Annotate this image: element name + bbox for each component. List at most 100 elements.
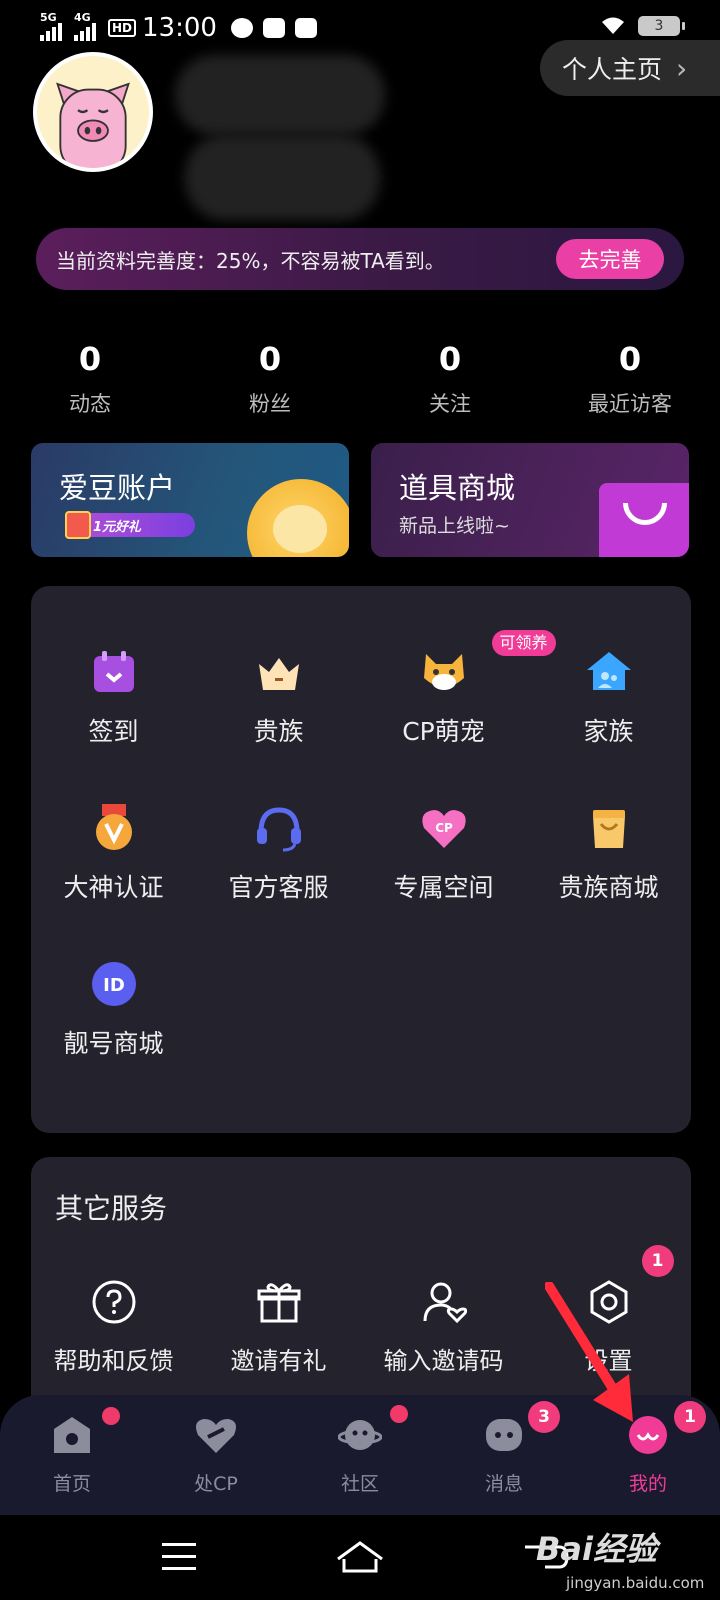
grid-item-customer-service[interactable]: 官方客服 bbox=[196, 804, 361, 904]
card-notification-icon bbox=[294, 18, 317, 38]
watermark-url: jingyan.baidu.com bbox=[566, 1574, 705, 1592]
shop-card-title: 道具商城 bbox=[399, 471, 516, 505]
stat-posts[interactable]: 0 动态 bbox=[0, 340, 180, 418]
me-icon: 1 bbox=[626, 1401, 706, 1455]
grid-item-pretty-id-mall[interactable]: ID 靓号商城 bbox=[31, 960, 196, 1060]
watermark-brand: Bai经验 bbox=[536, 1530, 657, 1568]
grid-item-exclusive-space[interactable]: CP 专属空间 bbox=[361, 804, 526, 904]
grid-item-nobility-mall[interactable]: 贵族商城 bbox=[526, 804, 691, 904]
signal-4g-icon: 4G bbox=[74, 11, 96, 41]
grid-item-label: 官方客服 bbox=[228, 873, 329, 902]
grid-item-label: 家族 bbox=[583, 717, 634, 746]
chevron-right-icon: › bbox=[676, 51, 688, 85]
enter-invite-code-item[interactable]: 输入邀请码 bbox=[361, 1279, 526, 1376]
home-dot bbox=[102, 1407, 120, 1425]
other-item-label: 设置 bbox=[584, 1347, 633, 1375]
tab-cp[interactable]: 处CP bbox=[144, 1415, 288, 1496]
settings-icon: 1 bbox=[586, 1245, 674, 1325]
stat-label: 最近访客 bbox=[588, 392, 672, 416]
family-house-icon bbox=[585, 648, 633, 696]
stat-value: 0 bbox=[438, 340, 462, 378]
cp-heart-icon: CP bbox=[420, 804, 468, 852]
blurred-username bbox=[175, 55, 390, 225]
baidu-watermark: Bai经验 jingyan.baidu.com bbox=[530, 1518, 720, 1600]
tab-community[interactable]: 社区 bbox=[288, 1405, 432, 1496]
id-icon: ID bbox=[90, 960, 138, 1008]
invite-reward-item[interactable]: 邀请有礼 bbox=[196, 1279, 361, 1376]
hd-icon: HD bbox=[108, 19, 137, 37]
youku-notification-icon bbox=[262, 18, 285, 38]
account-card-title: 爱豆账户 bbox=[59, 471, 176, 505]
network-4g-label: 4G bbox=[74, 11, 91, 24]
planet-icon bbox=[337, 1405, 408, 1455]
personal-homepage-button[interactable]: 个人主页 › bbox=[540, 40, 720, 96]
item-shop-card[interactable]: 道具商城 新品上线啦~ bbox=[371, 443, 689, 557]
pig-avatar-icon bbox=[56, 82, 130, 168]
stats-row: 0 动态 0 粉丝 0 关注 0 最近访客 bbox=[0, 340, 720, 418]
help-icon bbox=[91, 1279, 137, 1325]
grid-item-family[interactable]: 家族 bbox=[526, 648, 691, 748]
other-item-label: 帮助和反馈 bbox=[53, 1347, 174, 1375]
headset-icon bbox=[255, 804, 303, 852]
grid-item-label: 签到 bbox=[88, 717, 139, 746]
stat-label: 关注 bbox=[429, 392, 471, 416]
tab-home[interactable]: 首页 bbox=[0, 1407, 144, 1496]
battery-icon: 3 bbox=[638, 16, 685, 36]
stat-label: 动态 bbox=[69, 392, 111, 416]
tab-label: 消息 bbox=[484, 1473, 523, 1495]
network-5g-label: 5G bbox=[40, 11, 57, 24]
other-services-panel: 其它服务 帮助和反馈 邀请有礼 输入邀请码 1 设置 bbox=[31, 1157, 691, 1417]
shopping-bag-icon bbox=[585, 804, 633, 852]
stat-recent-visitors[interactable]: 0 最近访客 bbox=[540, 340, 720, 418]
shop-card-subtitle: 新品上线啦~ bbox=[399, 515, 510, 537]
grid-item-checkin[interactable]: 签到 bbox=[31, 648, 196, 748]
idol-account-card[interactable]: 爱豆账户 1元好礼 bbox=[31, 443, 349, 557]
stat-value: 0 bbox=[258, 340, 282, 378]
home-icon bbox=[50, 1407, 120, 1455]
wifi-icon bbox=[602, 17, 624, 34]
stat-value: 0 bbox=[618, 340, 642, 378]
me-count-badge: 1 bbox=[674, 1401, 706, 1433]
stat-value: 0 bbox=[78, 340, 102, 378]
medal-icon bbox=[90, 804, 138, 852]
status-time: 13:00 bbox=[142, 13, 217, 43]
messages-count-badge: 3 bbox=[528, 1401, 560, 1433]
tab-me[interactable]: 1 我的 bbox=[576, 1401, 720, 1496]
help-feedback-item[interactable]: 帮助和反馈 bbox=[31, 1279, 196, 1376]
complete-profile-button[interactable]: 去完善 bbox=[556, 239, 664, 279]
grid-item-label: 贵族 bbox=[253, 717, 304, 746]
stat-label: 粉丝 bbox=[249, 392, 291, 416]
stat-following[interactable]: 0 关注 bbox=[360, 340, 540, 418]
other-item-label: 输入邀请码 bbox=[383, 1347, 504, 1375]
invite-user-icon bbox=[421, 1279, 467, 1325]
heart-tab-icon bbox=[194, 1415, 238, 1455]
stat-fans[interactable]: 0 粉丝 bbox=[180, 340, 360, 418]
features-panel: 签到 贵族 可领养 CP萌宠 家族 大神认证 官方客服 CP 专属空间 贵族商城… bbox=[31, 586, 691, 1133]
home-nav-icon[interactable] bbox=[330, 1535, 390, 1579]
other-item-label: 邀请有礼 bbox=[230, 1347, 327, 1375]
grid-item-label: 靓号商城 bbox=[63, 1029, 164, 1058]
shopping-bag-icon bbox=[599, 483, 689, 557]
message-icon: 3 bbox=[482, 1401, 560, 1455]
tab-label: 首页 bbox=[52, 1473, 91, 1495]
settings-count-badge: 1 bbox=[641, 1245, 674, 1277]
grid-item-cp-pet[interactable]: 可领养 CP萌宠 bbox=[361, 630, 556, 748]
grid-item-label: 贵族商城 bbox=[558, 873, 659, 902]
other-services-title: 其它服务 bbox=[55, 1192, 168, 1225]
grid-item-master-verify[interactable]: 大神认证 bbox=[31, 804, 196, 904]
tab-label: 我的 bbox=[628, 1473, 667, 1495]
profile-completion-banner: 当前资料完善度：25%，不容易被TA看到。 去完善 bbox=[36, 228, 684, 290]
svg-text:CP: CP bbox=[435, 821, 453, 835]
community-dot bbox=[390, 1405, 408, 1423]
completion-text: 当前资料完善度：25%，不容易被TA看到。 bbox=[56, 248, 445, 273]
gift-box-icon bbox=[65, 511, 91, 539]
settings-item[interactable]: 1 设置 bbox=[526, 1245, 691, 1376]
chat-notification-icon bbox=[230, 18, 253, 38]
gift-badge: 1元好礼 bbox=[65, 511, 195, 539]
avatar[interactable] bbox=[33, 52, 153, 172]
grid-item-nobility[interactable]: 贵族 bbox=[196, 648, 361, 748]
tab-messages[interactable]: 3 消息 bbox=[432, 1401, 576, 1496]
grid-item-label: 大神认证 bbox=[63, 873, 164, 902]
menu-icon[interactable] bbox=[150, 1535, 210, 1579]
gift-icon bbox=[256, 1279, 302, 1325]
